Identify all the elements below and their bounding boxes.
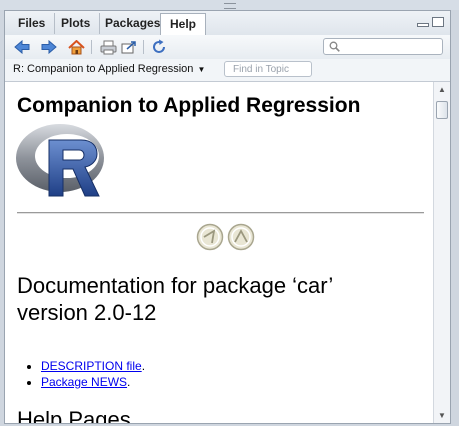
tab-plots[interactable]: Plots — [52, 13, 101, 34]
link-suffix: . — [127, 375, 131, 389]
toolbar-divider — [91, 40, 92, 54]
link-suffix: . — [141, 359, 146, 373]
search-icon — [329, 41, 340, 52]
vertical-scrollbar[interactable]: ▲ ▼ — [433, 82, 450, 423]
description-file-link[interactable]: DESCRIPTION file — [41, 359, 142, 373]
topic-dropdown[interactable]: R: Companion to Applied Regression ▼ — [13, 63, 205, 75]
doc-links-list: DESCRIPTION file. Package NEWS. — [41, 358, 145, 390]
home-icon[interactable] — [67, 38, 85, 56]
tab-bar: Files Plots Packages Help — [5, 11, 450, 36]
refresh-icon[interactable] — [150, 38, 168, 56]
topic-bar: R: Companion to Applied Regression ▼ Fin… — [5, 59, 450, 82]
tab-files[interactable]: Files — [9, 13, 56, 34]
forward-arrow-icon[interactable] — [40, 38, 58, 56]
r-logo-icon — [15, 120, 111, 207]
up-page-icon[interactable] — [227, 223, 255, 256]
toolbar-divider — [143, 40, 144, 54]
list-item: Package NEWS. — [41, 374, 145, 390]
find-in-topic-input[interactable]: Find in Topic — [224, 61, 312, 77]
open-in-new-window-icon[interactable] — [119, 38, 137, 56]
scroll-down-icon[interactable]: ▼ — [438, 411, 446, 420]
help-pane: Files Plots Packages Help R: Companion t… — [4, 10, 451, 424]
help-pages-heading: Help Pages — [17, 407, 131, 423]
pane-splitter[interactable] — [0, 0, 459, 10]
topic-dropdown-label: R: Companion to Applied Regression — [13, 63, 194, 75]
package-news-link[interactable]: Package NEWS — [41, 375, 127, 389]
chevron-down-icon: ▼ — [197, 65, 206, 74]
scroll-up-icon[interactable]: ▲ — [438, 85, 446, 94]
scrollbar-thumb[interactable] — [436, 101, 448, 119]
tab-help[interactable]: Help — [160, 13, 207, 36]
print-icon[interactable] — [99, 38, 117, 56]
help-search-input[interactable] — [323, 38, 443, 55]
splitter-grip-icon — [224, 3, 236, 9]
list-item: DESCRIPTION file. — [41, 358, 145, 374]
back-arrow-icon[interactable] — [13, 38, 31, 56]
minimize-icon[interactable] — [417, 23, 429, 27]
help-toolbar — [5, 35, 450, 60]
page-title: Companion to Applied Regression — [17, 94, 361, 117]
divider — [17, 212, 424, 214]
help-content: Companion to Applied Regression Document… — [5, 82, 433, 423]
maximize-icon[interactable] — [432, 17, 444, 27]
package-heading: Documentation for package ‘car’ version … — [17, 273, 333, 325]
previous-page-icon[interactable] — [196, 223, 224, 256]
